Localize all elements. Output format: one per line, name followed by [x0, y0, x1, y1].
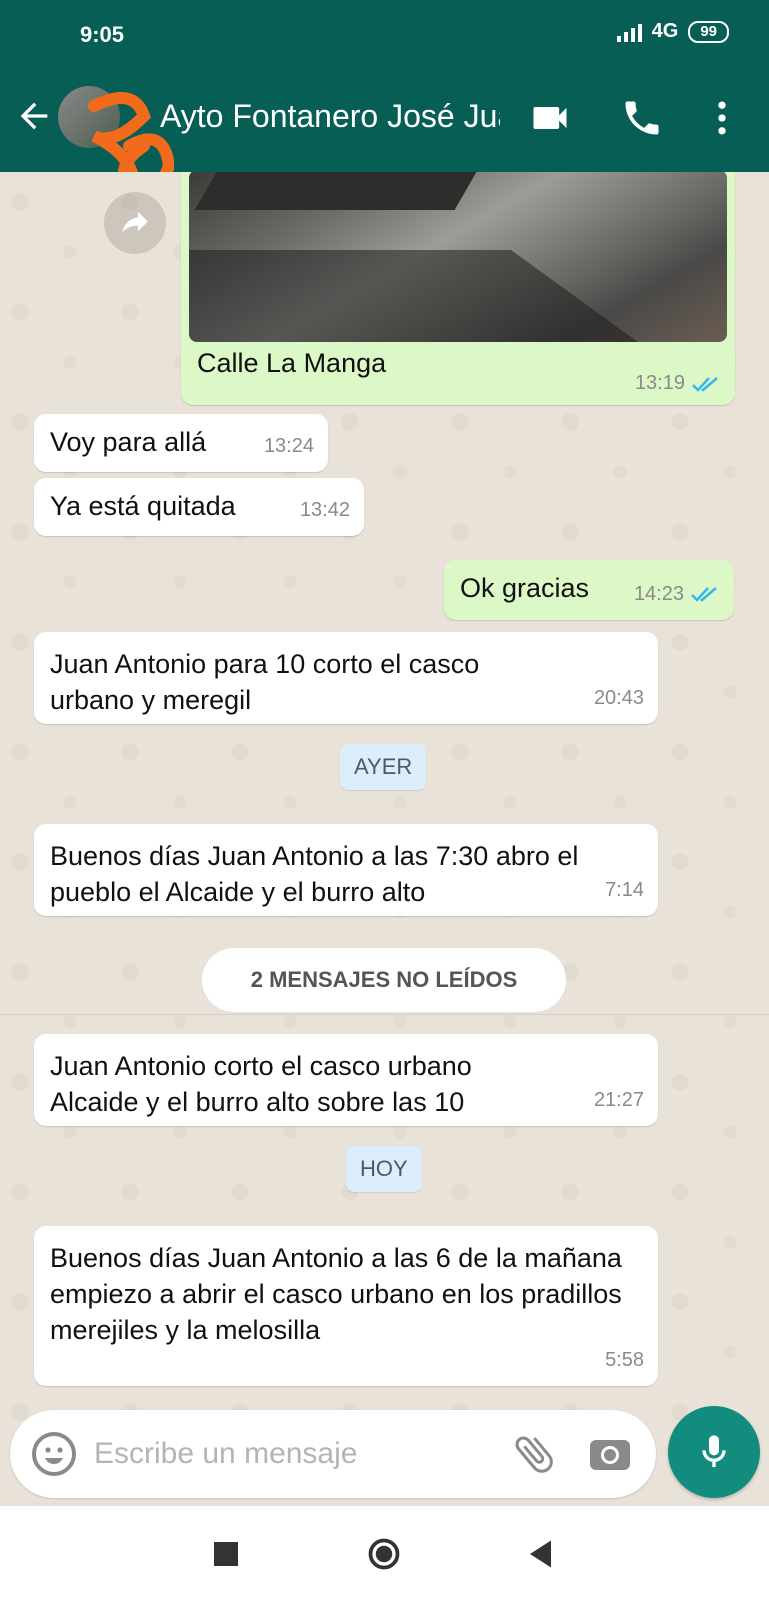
forward-icon [122, 211, 148, 233]
message-text: Ya está quitada [50, 491, 236, 521]
date-chip-today: HOY [346, 1146, 422, 1192]
message-bubble[interactable]: Buenos días Juan Antonio a las 6 de la m… [34, 1226, 658, 1386]
unread-divider [0, 1014, 769, 1015]
read-ticks-icon [691, 587, 717, 602]
attach-icon[interactable] [510, 1430, 558, 1478]
message-bubble[interactable]: Buenos días Juan Antonio a las 7:30 abro… [34, 824, 658, 916]
message-time: 7:14 [605, 879, 644, 901]
message-time: 13:42 [299, 499, 350, 521]
message-meta: 13:19 [635, 372, 721, 395]
mic-icon [702, 1435, 726, 1467]
message-meta: 14:23 [634, 576, 720, 612]
mic-button[interactable] [668, 1406, 760, 1498]
status-bar: 9:05 4G 99 [0, 0, 769, 62]
back-nav-icon[interactable] [524, 1536, 560, 1572]
message-text: Buenos días Juan Antonio a las 6 de la m… [50, 1243, 622, 1345]
video-call-icon[interactable] [528, 96, 572, 140]
back-arrow-icon[interactable] [14, 96, 54, 136]
phone-icon[interactable] [620, 96, 664, 140]
message-composer [10, 1410, 656, 1498]
status-indicators: 4G 99 [616, 20, 729, 43]
status-time: 9:05 [80, 22, 125, 47]
message-time: 20:43 [593, 687, 644, 709]
battery-icon: 99 [688, 20, 729, 43]
message-time: 13:19 [634, 372, 685, 394]
message-meta: 21:27 [594, 1082, 644, 1118]
network-type: 4G [651, 20, 679, 42]
message-meta: 13:42 [300, 492, 350, 528]
message-input[interactable] [94, 1410, 494, 1498]
message-bubble[interactable]: Juan Antonio corto el casco urbano Alcai… [34, 1034, 658, 1126]
message-photo[interactable] [189, 172, 727, 342]
date-chip-yesterday: AYER [340, 744, 427, 790]
message-meta: 13:24 [264, 428, 314, 464]
message-meta: 5:58 [605, 1342, 644, 1378]
home-icon[interactable] [366, 1536, 402, 1572]
message-time: 13:24 [263, 435, 314, 457]
forward-button[interactable] [104, 192, 166, 254]
emoji-icon[interactable] [30, 1430, 78, 1478]
message-text: Juan Antonio para 10 corto el casco urba… [50, 649, 480, 715]
signal-icon [616, 22, 642, 42]
unread-banner: 2 MENSAJES NO LEÍDOS [202, 948, 566, 1012]
recents-icon[interactable] [208, 1536, 244, 1572]
message-bubble[interactable]: Ok gracias 14:23 [444, 560, 734, 620]
read-ticks-icon [692, 376, 718, 392]
message-text: Juan Antonio corto el casco urbano Alcai… [50, 1051, 472, 1117]
message-time: 14:23 [633, 583, 684, 605]
contact-name[interactable]: Ayto Fontanero José Juan Antonio [160, 98, 500, 135]
message-meta: 20:43 [594, 680, 644, 716]
chat-header: Ayto Fontanero José Juan Antonio [0, 62, 769, 201]
message-text: Ok gracias [460, 573, 590, 603]
image-caption: Calle La Manga [197, 348, 387, 378]
message-text: Voy para allá [50, 427, 207, 457]
message-time: 5:58 [605, 1349, 644, 1371]
message-meta: 7:14 [605, 872, 644, 908]
image-message[interactable]: Calle La Manga 13:19 [181, 172, 735, 405]
camera-icon[interactable] [586, 1430, 634, 1478]
message-bubble[interactable]: Voy para allá 13:24 [34, 414, 328, 472]
message-text: Buenos días Juan Antonio a las 7:30 abro… [50, 841, 579, 907]
system-nav-bar [0, 1506, 769, 1600]
more-vert-icon[interactable] [700, 96, 744, 140]
chat-area[interactable]: Calle La Manga 13:19 Voy para allá 13:24… [0, 172, 769, 1502]
message-bubble[interactable]: Juan Antonio para 10 corto el casco urba… [34, 632, 658, 724]
message-bubble[interactable]: Ya está quitada 13:42 [34, 478, 364, 536]
message-time: 21:27 [593, 1089, 644, 1111]
